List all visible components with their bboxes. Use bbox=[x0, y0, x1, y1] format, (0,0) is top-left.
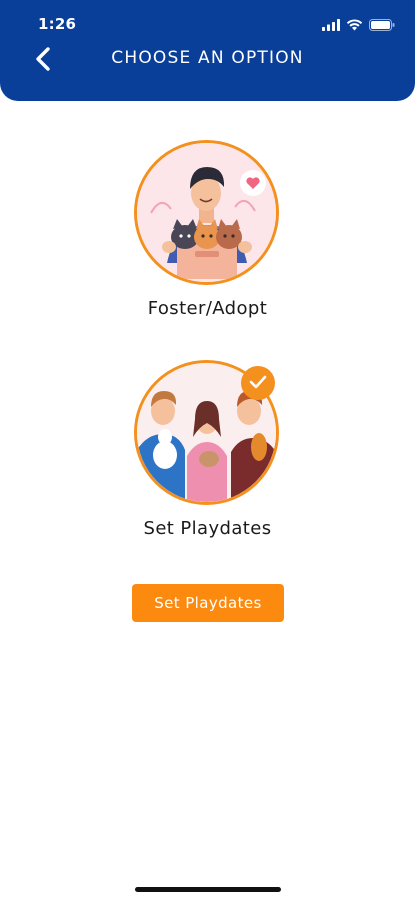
checkmark-icon bbox=[249, 374, 267, 393]
status-bar: 1:26 bbox=[0, 0, 415, 40]
option-label: Set Playdates bbox=[143, 518, 272, 539]
header-bar: 1:26 CHOOSE AN OPTION bbox=[0, 0, 415, 101]
set-playdates-button[interactable]: Set Playdates bbox=[132, 584, 284, 622]
status-time: 1:26 bbox=[38, 15, 77, 33]
signal-icon bbox=[322, 16, 340, 35]
battery-icon bbox=[369, 16, 395, 35]
home-indicator bbox=[135, 887, 281, 892]
option-label: Foster/Adopt bbox=[147, 298, 268, 319]
status-icons bbox=[322, 16, 395, 35]
option-foster-adopt[interactable]: Foster/Adopt bbox=[0, 140, 415, 325]
option-set-playdates[interactable]: Set Playdates bbox=[0, 360, 415, 545]
page-title: CHOOSE AN OPTION bbox=[111, 48, 304, 68]
man-with-cats-illustration bbox=[137, 143, 276, 282]
selected-check-badge bbox=[241, 366, 275, 400]
option-foster-adopt-image bbox=[134, 140, 279, 285]
wifi-icon bbox=[346, 16, 363, 35]
